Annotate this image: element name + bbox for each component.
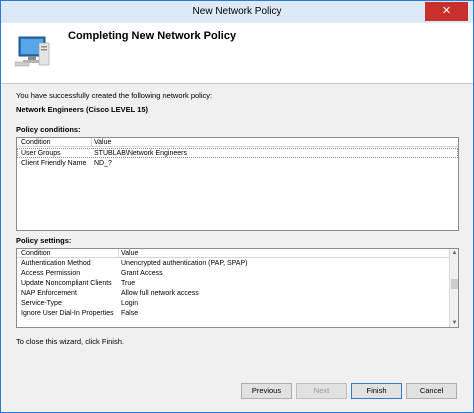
close-instruction: To close this wizard, click Finish. [16, 337, 124, 346]
row-value: True [121, 280, 136, 287]
list-item[interactable]: NAP Enforcement Allow full network acces… [17, 289, 458, 299]
row-condition: Update Noncompliant Clients [21, 280, 112, 287]
policy-name: Network Engineers (Cisco LEVEL 15) [16, 105, 148, 114]
next-button[interactable]: Next [296, 383, 347, 399]
row-value: STUBLAB\Network Engineers [94, 150, 187, 157]
scroll-down-arrow-icon[interactable]: ▼ [451, 319, 458, 327]
row-value: Login [121, 300, 139, 307]
list-item[interactable]: Ignore User Dial-In Properties False [17, 309, 458, 319]
row-condition: Service-Type [21, 300, 62, 307]
column-header[interactable]: Condition [21, 138, 51, 147]
previous-button[interactable]: Previous [241, 383, 292, 399]
row-condition: User Groups [21, 150, 61, 157]
settings-header: Condition Value [17, 249, 458, 258]
conditions-header: Condition Value [17, 138, 458, 147]
row-value: False [121, 310, 139, 317]
column-header[interactable]: Condition [21, 249, 51, 258]
row-condition: Client Friendly Name [21, 160, 87, 167]
row-value: ND_? [94, 160, 112, 167]
conditions-list[interactable]: Condition Value User Groups STUBLAB\Netw… [16, 137, 459, 231]
conditions-label: Policy conditions: [16, 125, 81, 134]
finish-button[interactable]: Finish [351, 383, 402, 399]
intro-text: You have successfully created the follow… [16, 91, 213, 100]
vertical-scrollbar[interactable]: ▲ ▼ [449, 249, 458, 327]
window-title: New Network Policy [192, 6, 282, 17]
list-item[interactable]: User Groups STUBLAB\Network Engineers [17, 148, 458, 158]
page-title: Completing New Network Policy [68, 30, 237, 42]
wizard-window: New Network Policy ✕ Completing New Netw… [0, 0, 474, 413]
scroll-up-arrow-icon[interactable]: ▲ [451, 249, 458, 257]
list-item[interactable]: Update Noncompliant Clients True [17, 279, 458, 289]
row-value: Unencrypted authentication (PAP, SPAP) [121, 260, 248, 267]
column-header[interactable]: Value [121, 249, 138, 258]
list-item[interactable]: Authentication Method Unencrypted authen… [17, 259, 458, 269]
scroll-thumb[interactable] [451, 279, 458, 289]
row-condition: Access Permission [21, 270, 81, 277]
list-item[interactable]: Service-Type Login [17, 299, 458, 309]
column-divider[interactable] [118, 249, 119, 258]
column-header[interactable]: Value [94, 138, 111, 147]
title-bar[interactable]: New Network Policy ✕ [1, 1, 473, 23]
wizard-header: Completing New Network Policy [1, 23, 473, 84]
cancel-button[interactable]: Cancel [406, 383, 457, 399]
list-item[interactable]: Access Permission Grant Access [17, 269, 458, 279]
row-value: Grant Access [121, 270, 163, 277]
row-value: Allow full network access [121, 290, 199, 297]
settings-list[interactable]: Condition Value Authentication Method Un… [16, 248, 459, 328]
list-item[interactable]: Client Friendly Name ND_? [17, 159, 458, 169]
network-computer-icon [14, 36, 50, 67]
row-condition: Authentication Method [21, 260, 91, 267]
row-condition: NAP Enforcement [21, 290, 77, 297]
settings-label: Policy settings: [16, 236, 72, 245]
close-button[interactable]: ✕ [425, 2, 468, 21]
row-condition: Ignore User Dial-In Properties [21, 310, 114, 317]
column-divider[interactable] [91, 138, 92, 147]
